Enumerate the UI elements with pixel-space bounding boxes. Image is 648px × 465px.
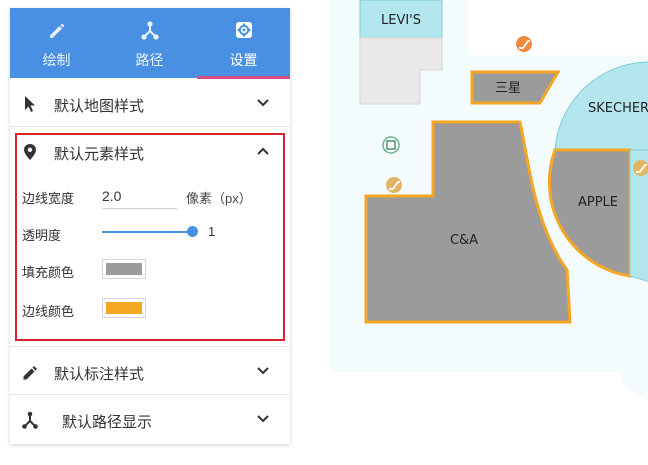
- shop-label-apple: APPLE: [578, 195, 618, 210]
- tab-bar: 绘制 路径 设置: [10, 8, 290, 79]
- border-width-input[interactable]: 2.0: [102, 186, 177, 209]
- divider: [10, 126, 290, 127]
- section-label-element-style: 默认元素样式: [54, 146, 145, 163]
- shop-label-skechers: SKECHERS: [588, 101, 648, 116]
- tab-settings[interactable]: 设置: [197, 8, 290, 78]
- section-route-display[interactable]: 默认路径显示: [10, 397, 290, 443]
- tab-draw[interactable]: 绘制: [10, 8, 103, 78]
- elevator-icon[interactable]: [382, 136, 400, 154]
- cursor-icon: [25, 96, 35, 112]
- section-map-style[interactable]: 默认地图样式: [10, 81, 290, 127]
- border-width-label: 边线宽度: [22, 191, 75, 206]
- border-width-value: 2.0: [102, 188, 122, 204]
- tab-label-route: 路径: [135, 52, 164, 68]
- opacity-value: 1: [208, 224, 216, 239]
- tab-label-settings: 设置: [229, 52, 258, 68]
- border-color-swatch[interactable]: [102, 298, 146, 318]
- section-element-style[interactable]: 默认元素样式: [10, 129, 290, 175]
- border-color-label: 边线颜色: [22, 304, 75, 319]
- section-label-annotation-style: 默认标注样式: [54, 366, 145, 383]
- chevron-down-icon: [257, 367, 269, 375]
- border-width-unit: 像素（px）: [186, 191, 252, 206]
- tab-route[interactable]: 路径: [103, 8, 196, 78]
- pencil-icon: [49, 23, 64, 38]
- opacity-slider-thumb[interactable]: [187, 226, 198, 237]
- route-icon: [22, 411, 38, 429]
- corridor-block: [468, 0, 648, 55]
- active-tab-indicator: [197, 76, 290, 79]
- chevron-up-icon: [257, 147, 269, 155]
- route-icon: [140, 21, 159, 40]
- shop-label-levis: LEVI'S: [381, 13, 421, 28]
- section-label-map-style: 默认地图样式: [54, 98, 145, 115]
- shop-label-samsung: 三星: [495, 81, 521, 96]
- section-annotation-style[interactable]: 默认标注样式: [10, 349, 290, 395]
- section-label-route-display: 默认路径显示: [62, 414, 153, 431]
- opacity-label: 透明度: [22, 228, 62, 243]
- divider: [10, 394, 290, 395]
- border-color-chip: [106, 302, 142, 314]
- gear-icon: [235, 22, 252, 38]
- divider: [10, 346, 290, 347]
- escalator-icon[interactable]: [386, 177, 402, 193]
- shop-label-cna: C&A: [450, 233, 478, 248]
- escalator-icon[interactable]: [516, 36, 532, 52]
- opacity-slider-track[interactable]: [102, 231, 192, 233]
- fill-color-chip: [106, 263, 142, 275]
- fill-color-swatch[interactable]: [102, 259, 146, 279]
- fill-color-label: 填充颜色: [22, 265, 75, 280]
- chevron-down-icon: [257, 99, 269, 107]
- tab-label-draw: 绘制: [42, 52, 71, 68]
- chevron-down-icon: [257, 415, 269, 423]
- location-pin-icon: [24, 144, 36, 160]
- pencil-icon: [23, 366, 37, 380]
- settings-panel: 绘制 路径 设置 默认地图样式 默认元素样式 边线宽度 2.0 像素（px） 透…: [10, 8, 290, 444]
